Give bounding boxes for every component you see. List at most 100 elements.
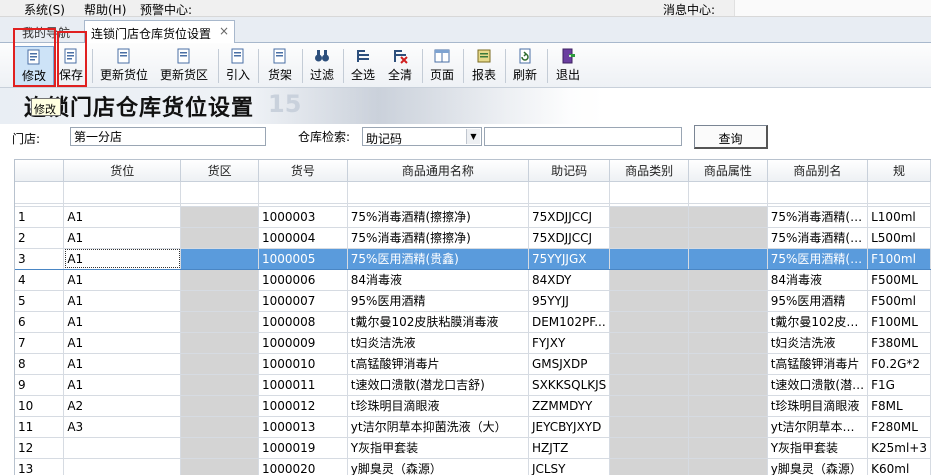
location-cell[interactable]: A1 — [63, 374, 182, 396]
row-number: 12 — [15, 437, 65, 459]
table-row[interactable]: 4 A1 1000006 84消毒液 84XDY 84消毒液 F500ML — [15, 269, 931, 291]
query-button[interactable]: 查询 — [694, 125, 768, 149]
update-location-button[interactable]: 更新货位 — [97, 46, 151, 86]
category-cell — [609, 416, 690, 438]
spec-cell: F280ML — [867, 416, 931, 438]
menu-alert-center[interactable]: 预警中心: — [140, 1, 192, 18]
search-mode-select[interactable]: 助记码 ▼ — [362, 127, 482, 146]
mnemonic-cell: HZJTZ — [528, 437, 611, 459]
location-cell[interactable]: A1 — [63, 227, 182, 249]
category-cell — [609, 353, 690, 375]
message-center-label: 消息中心: — [663, 3, 716, 17]
filter-cell[interactable] — [767, 181, 869, 204]
shelf-icon — [273, 48, 286, 64]
spec-cell: F100ML — [867, 311, 931, 333]
location-cell[interactable]: A1 — [63, 269, 182, 291]
keyword-input[interactable] — [484, 127, 682, 146]
toolbar: 修改 保存 更新货位 更新货区 引入 货架 过滤 全选 全清 页面 报表 刷新 … — [0, 43, 931, 88]
alias-cell: 84消毒液 — [767, 269, 869, 291]
filter-button[interactable]: 过滤 — [307, 46, 337, 86]
select-all-button[interactable]: 全选 — [348, 46, 378, 86]
filter-cell[interactable] — [15, 181, 65, 204]
table-row[interactable]: 6 A1 1000008 t戴尔曼102皮肤粘膜消毒液 DEM102PF... t戴尔曼1… — [15, 311, 931, 333]
item-code-cell: 1000012 — [258, 395, 348, 417]
exit-button[interactable]: 退出 — [552, 46, 584, 86]
column-header[interactable]: 商品通用名称 — [347, 160, 529, 182]
update-area-button[interactable]: 更新货区 — [157, 46, 211, 86]
filter-cell[interactable] — [867, 181, 931, 204]
filter-cell[interactable] — [688, 181, 768, 204]
attribute-cell — [688, 227, 768, 249]
close-icon[interactable]: × — [219, 24, 229, 38]
column-header[interactable] — [15, 160, 65, 182]
message-center-field[interactable] — [734, 0, 931, 16]
filter-cell[interactable] — [258, 181, 348, 204]
alias-cell: 75%医用酒精(… — [767, 248, 869, 270]
filter-cell[interactable] — [609, 181, 690, 204]
shelf-button[interactable]: 货架 — [264, 46, 296, 86]
location-cell[interactable] — [63, 458, 182, 475]
update-area-icon — [177, 48, 190, 64]
location-cell[interactable]: A1 — [63, 290, 182, 312]
location-cell[interactable]: A1 — [63, 353, 182, 375]
table-row[interactable]: 9 A1 1000011 t速效口溃散(潜龙口吉舒) SXKKSQLKJS t速效口溃散(… — [15, 374, 931, 396]
category-cell — [609, 311, 690, 333]
filter-cell[interactable] — [180, 181, 259, 204]
store-label: 门店: — [12, 132, 41, 146]
table-row[interactable]: 1 A1 1000003 75%消毒酒精(擦擦净) 75XDJJCCJ 75%消毒酒精(…… — [15, 206, 931, 228]
location-cell[interactable]: A3 — [63, 416, 182, 438]
store-input[interactable] — [70, 127, 266, 146]
location-cell[interactable]: A1 — [63, 311, 182, 333]
spec-cell: F100ml — [867, 248, 931, 270]
table-row[interactable]: 2 A1 1000004 75%消毒酒精(擦擦净) 75XDJJCCJ 75%消毒酒精(…… — [15, 227, 931, 249]
table-row[interactable]: 10 A2 1000012 t珍珠明目滴眼液 ZZMMDYY t珍珠明目滴眼液 F8ML — [15, 395, 931, 417]
clear-all-button[interactable]: 全清 — [385, 46, 415, 86]
table-row[interactable]: 11 A3 1000013 yt洁尔阴草本抑菌洗液（大） JEYCBYJXYD yt洁尔阴… — [15, 416, 931, 438]
spec-cell: L500ml — [867, 227, 931, 249]
area-cell — [180, 416, 259, 438]
location-cell[interactable]: A1 — [63, 332, 182, 354]
table-row[interactable]: 5 A1 1000007 95%医用酒精 95YYJJ 95%医用酒精 F500ml — [15, 290, 931, 312]
toolbar-separator — [218, 49, 219, 83]
report-button[interactable]: 报表 — [469, 46, 499, 86]
chevron-down-icon[interactable]: ▼ — [466, 129, 480, 144]
attribute-cell — [688, 269, 768, 291]
column-header[interactable]: 货区 — [180, 160, 259, 182]
column-header[interactable]: 商品属性 — [688, 160, 768, 182]
row-number: 9 — [15, 374, 65, 396]
alias-cell: 75%消毒酒精(… — [767, 227, 869, 249]
filter-cell[interactable] — [347, 181, 529, 204]
alias-cell: Y灰指甲套装 — [767, 437, 869, 459]
alias-cell: t妇炎洁洗液 — [767, 332, 869, 354]
category-cell — [609, 269, 690, 291]
table-row[interactable]: 13 1000020 y脚臭灵（森源） JCLSY y脚臭灵（森源） K60ml — [15, 458, 931, 475]
import-button[interactable]: 引入 — [223, 46, 253, 86]
filter-cell[interactable] — [528, 181, 611, 204]
menu-help[interactable]: 帮助(H) — [84, 1, 126, 18]
search-mode-value: 助记码 — [366, 132, 403, 146]
column-header[interactable]: 商品别名 — [767, 160, 869, 182]
location-cell[interactable]: A1 — [63, 206, 182, 228]
attribute-cell — [688, 437, 768, 459]
table-row[interactable]: 8 A1 1000010 t高锰酸钾消毒片 GMSJXDP t高锰酸钾消毒片 F0.2G*2 — [15, 353, 931, 375]
page-button[interactable]: 页面 — [427, 46, 457, 86]
location-cell[interactable] — [63, 437, 182, 459]
table-row[interactable]: 3 A1 1000005 75%医用酒精(贵鑫) 75YYJJGX 75%医用酒精(… F1… — [15, 248, 931, 270]
column-header[interactable]: 货位 — [63, 160, 182, 182]
location-cell[interactable]: A2 — [63, 395, 182, 417]
table-row[interactable]: 12 1000019 Y灰指甲套装 HZJTZ Y灰指甲套装 K25ml+3 — [15, 437, 931, 459]
column-header[interactable]: 商品类别 — [609, 160, 690, 182]
column-header[interactable]: 规 — [867, 160, 931, 182]
refresh-button[interactable]: 刷新 — [510, 46, 540, 86]
location-cell[interactable]: A1 — [63, 248, 182, 270]
column-header[interactable]: 助记码 — [528, 160, 611, 182]
table-row[interactable]: 7 A1 1000009 t妇炎洁洗液 FYJXY t妇炎洁洗液 F380ML — [15, 332, 931, 354]
item-code-cell: 1000011 — [258, 374, 348, 396]
attribute-cell — [688, 248, 768, 270]
menu-system[interactable]: 系统(S) — [24, 1, 65, 18]
column-header[interactable]: 货号 — [258, 160, 348, 182]
item-name-cell: 75%消毒酒精(擦擦净) — [347, 227, 529, 249]
filter-cell[interactable] — [63, 181, 182, 204]
tab-warehouse-location-settings[interactable]: 连锁门店仓库货位设置 × — [84, 20, 235, 44]
alias-cell: t珍珠明目滴眼液 — [767, 395, 869, 417]
